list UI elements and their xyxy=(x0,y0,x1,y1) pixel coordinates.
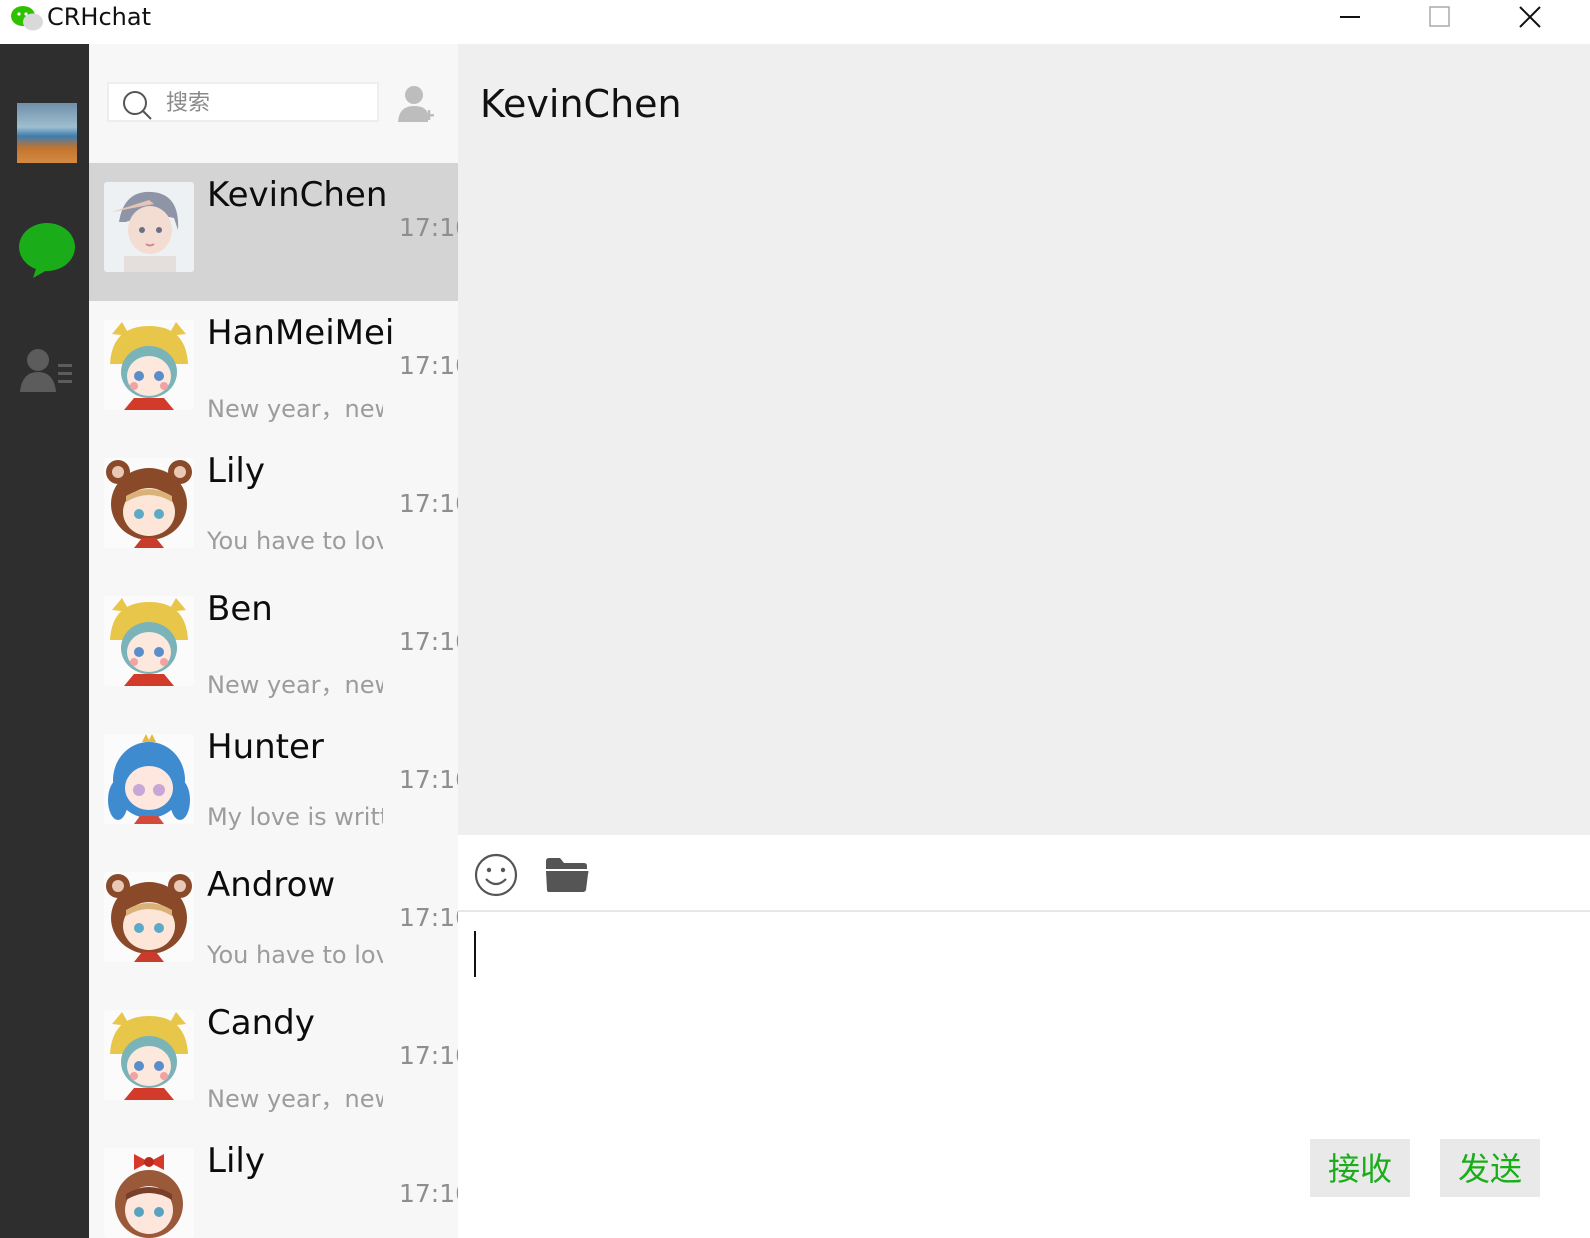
chat-name: Lily xyxy=(207,1141,265,1181)
chat-name: Candy xyxy=(207,1003,315,1043)
message-input[interactable] xyxy=(474,931,1570,977)
conversation-title: KevinChen xyxy=(480,82,682,126)
chat-preview: You have to lov xyxy=(207,527,383,555)
chat-preview: New year，new xyxy=(207,395,383,423)
chat-preview: New year，new xyxy=(207,671,383,699)
chat-time: 17:10 xyxy=(399,765,458,794)
chat-list-item[interactable]: HanMeiMei 17:10 New year，new xyxy=(89,301,458,439)
nav-rail xyxy=(0,44,89,1238)
chat-name: Hunter xyxy=(207,727,324,767)
my-avatar[interactable] xyxy=(17,103,77,163)
conversation-panel: KevinChen 接收 发送 xyxy=(458,44,1590,1238)
chat-list-item[interactable]: Hunter 17:10 My love is writt xyxy=(89,715,458,853)
chat-list-item[interactable]: KevinChen 17:10 xyxy=(89,163,458,301)
chat-time: 17:10 xyxy=(399,1041,458,1070)
chat-name: KevinChen xyxy=(207,175,388,215)
chat-bubble-icon[interactable] xyxy=(17,220,77,280)
chat-name: HanMeiMei xyxy=(207,313,395,353)
avatar xyxy=(104,596,194,686)
chat-preview: You have to lov xyxy=(207,941,383,969)
chat-time: 17:10 xyxy=(399,627,458,656)
minimize-button[interactable] xyxy=(1314,0,1384,36)
chat-list-item[interactable]: Androw 17:10 You have to lov xyxy=(89,853,458,991)
close-button[interactable] xyxy=(1494,0,1564,36)
divider xyxy=(458,910,1590,912)
chat-preview: My love is writt xyxy=(207,803,383,831)
add-contact-icon[interactable] xyxy=(396,84,436,124)
chat-list-item[interactable]: Ben 17:10 New year，new xyxy=(89,577,458,715)
receive-button[interactable]: 接收 xyxy=(1310,1139,1410,1197)
emoji-icon[interactable] xyxy=(474,853,518,897)
chat-name: Ben xyxy=(207,589,273,629)
chat-list-item[interactable]: Lily 17:10 You have to lov xyxy=(89,439,458,577)
chat-time: 17:10 xyxy=(399,351,458,380)
avatar xyxy=(104,1148,194,1238)
folder-icon[interactable] xyxy=(544,855,590,895)
chat-list-item[interactable]: Lily 17:10 xyxy=(89,1129,458,1238)
message-area: KevinChen xyxy=(458,44,1590,835)
contacts-icon[interactable] xyxy=(18,346,78,396)
chat-name: Androw xyxy=(207,865,336,905)
avatar xyxy=(104,1010,194,1100)
chat-time: 17:10 xyxy=(399,213,458,242)
compose-area: 接收 发送 xyxy=(458,835,1590,1238)
avatar xyxy=(104,182,194,272)
chat-time: 17:10 xyxy=(399,903,458,932)
title-bar: CRHchat xyxy=(0,0,1590,44)
chat-list-item[interactable]: Candy 17:10 New year，new xyxy=(89,991,458,1129)
chat-list-panel: KevinChen 17:10 HanMeiMei 17:10 New year… xyxy=(89,44,458,1238)
avatar xyxy=(104,320,194,410)
send-button[interactable]: 发送 xyxy=(1440,1139,1540,1197)
wechat-logo-icon xyxy=(10,5,44,33)
search-icon xyxy=(121,89,153,125)
chat-name: Lily xyxy=(207,451,265,491)
maximize-button[interactable] xyxy=(1404,0,1474,36)
avatar xyxy=(104,734,194,824)
avatar xyxy=(104,458,194,548)
chat-time: 17:10 xyxy=(399,1179,458,1208)
search-box[interactable] xyxy=(107,82,379,122)
avatar xyxy=(104,872,194,962)
app-title: CRHchat xyxy=(47,3,152,31)
chat-time: 17:10 xyxy=(399,489,458,518)
search-input[interactable] xyxy=(164,86,368,120)
chat-preview: New year，new xyxy=(207,1085,383,1113)
